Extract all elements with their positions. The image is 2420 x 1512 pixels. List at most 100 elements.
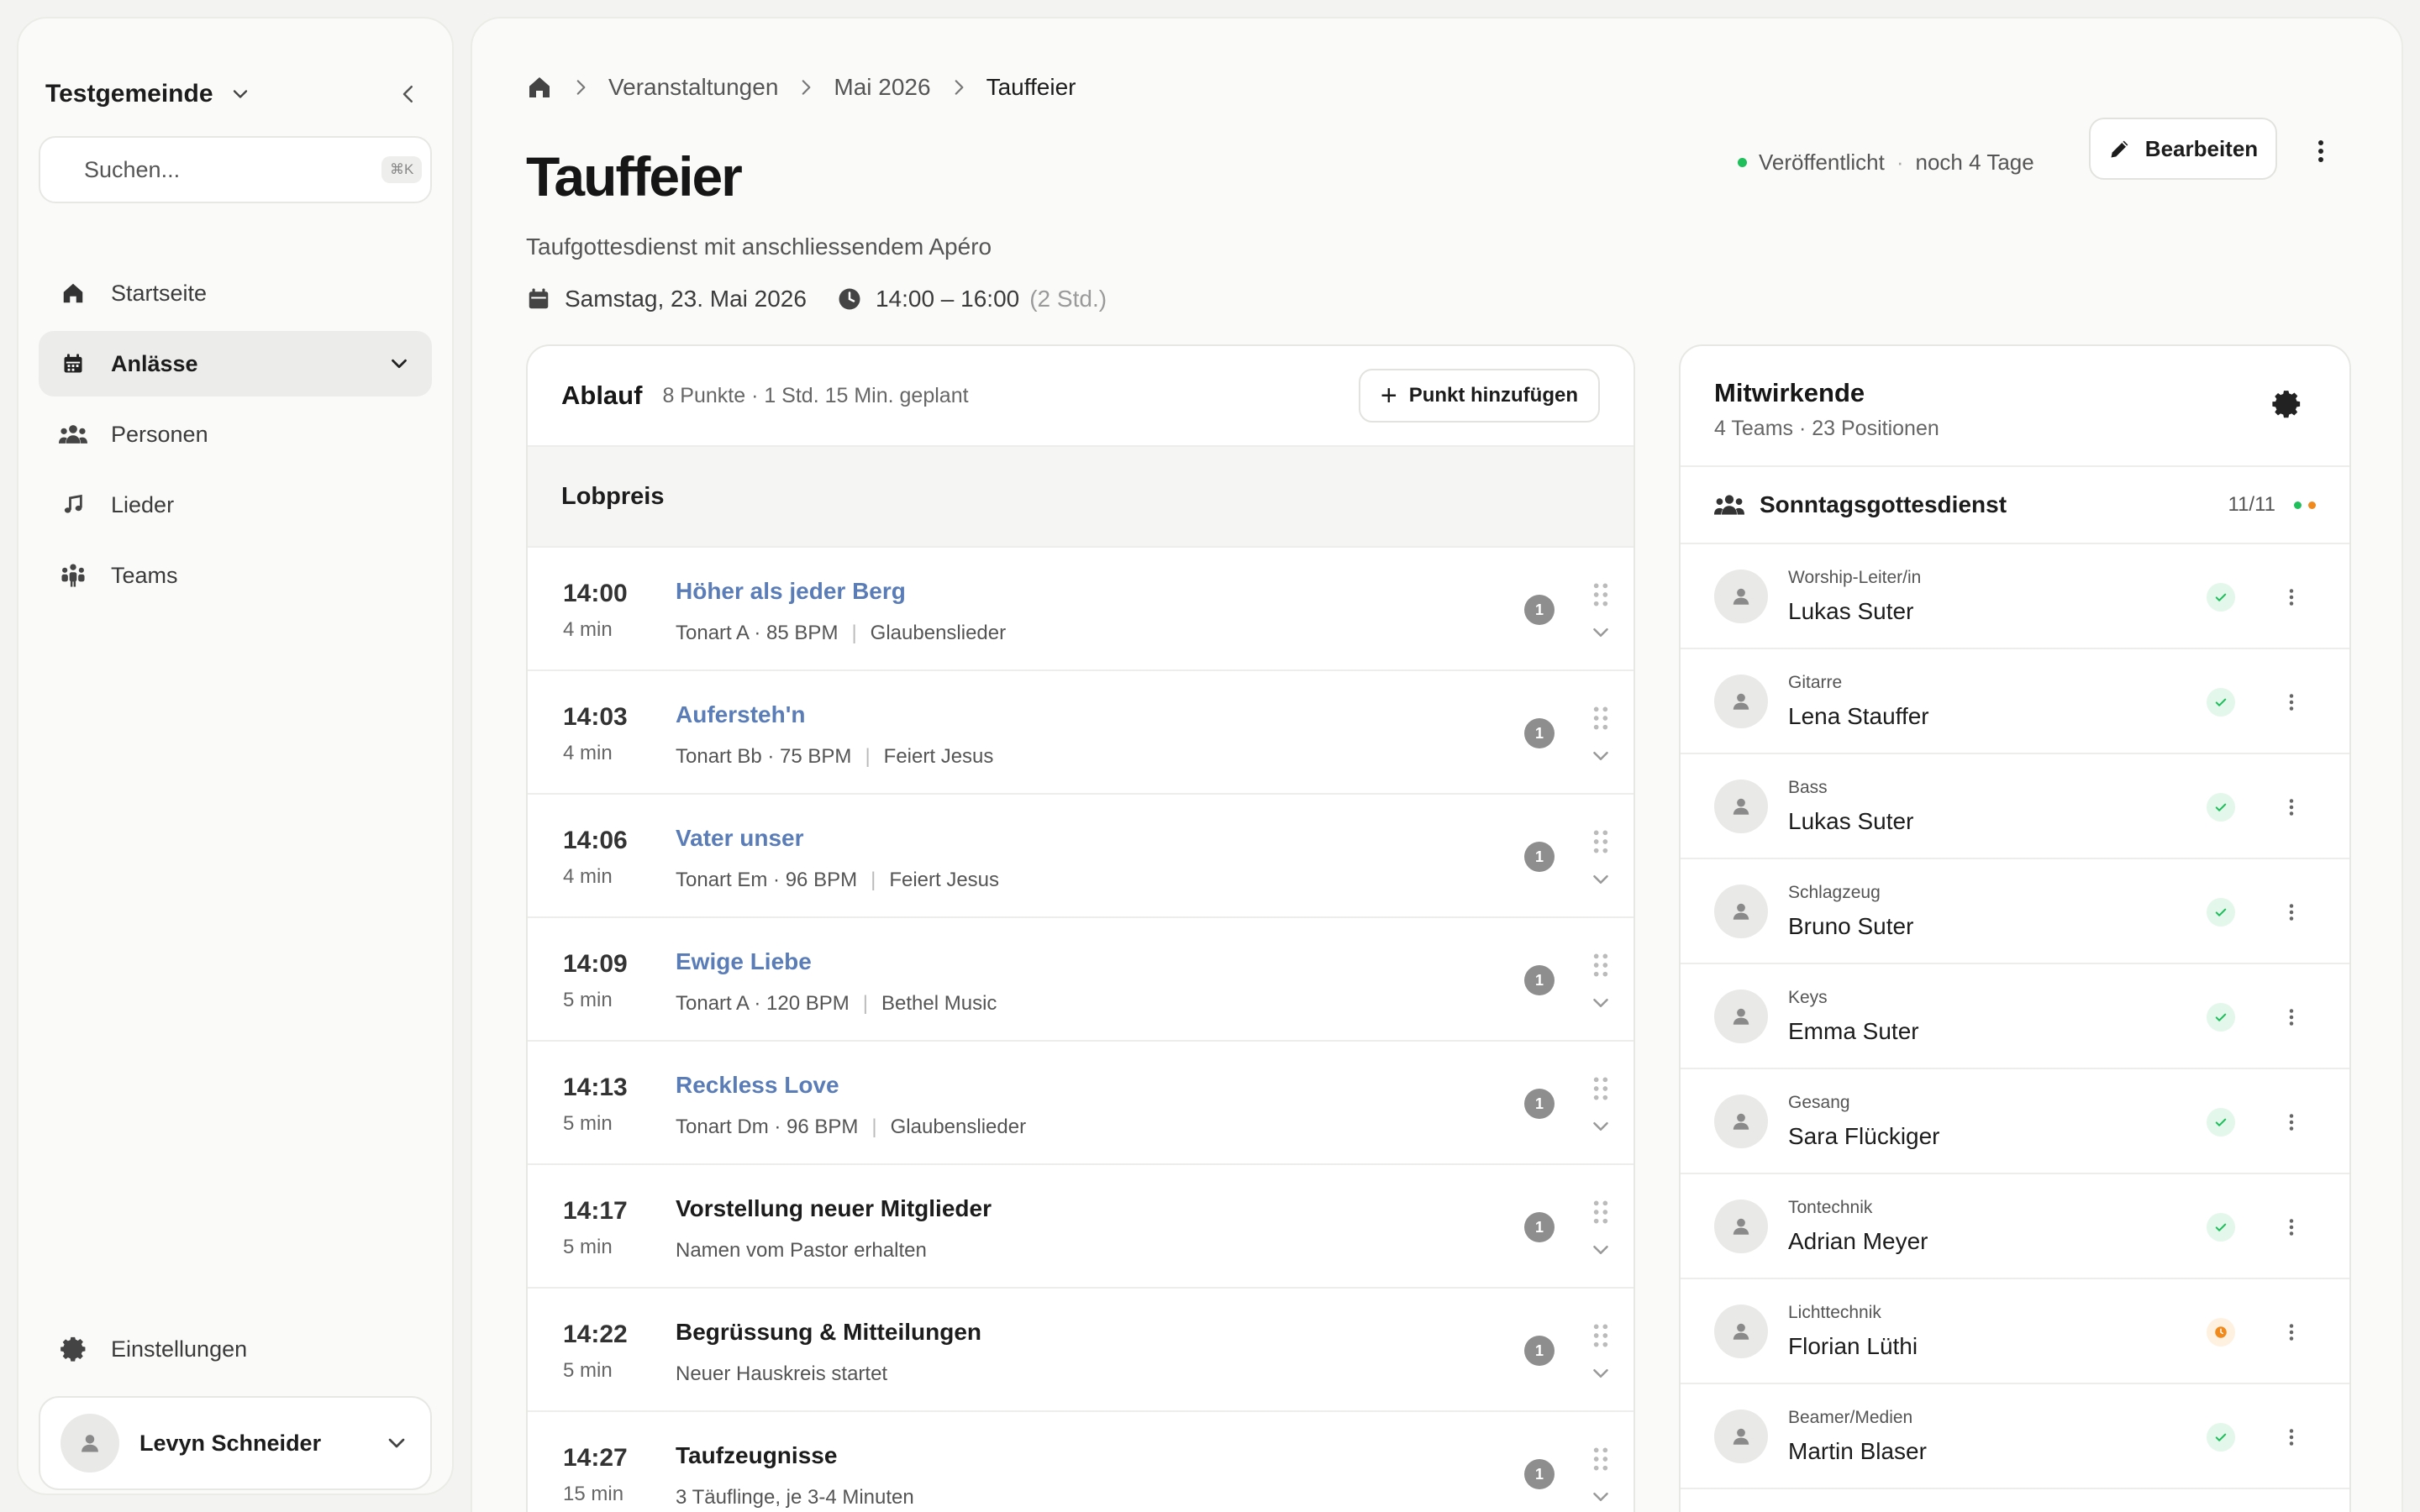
drag-handle-icon[interactable] <box>1591 1322 1610 1349</box>
position-more-button[interactable] <box>2277 1318 2306 1347</box>
ablauf-item[interactable]: 14:03 4 min Aufersteh'n Tonart Bb · 75 BPM |… <box>528 671 1634 795</box>
chevron-down-icon[interactable] <box>1588 1237 1613 1263</box>
home-icon[interactable] <box>526 74 553 101</box>
item-meta: 3 Täuflinge, je 3-4 Minuten <box>676 1486 914 1509</box>
item-meta: Tonart Bb · 75 BPM <box>676 745 852 768</box>
position-row[interactable]: Beamer/Medien Martin Blaser <box>1681 1384 2349 1489</box>
sidebar-item-personen[interactable]: Personen <box>39 402 432 467</box>
drag-handle-icon[interactable] <box>1591 1446 1610 1473</box>
check-icon <box>2215 803 2227 811</box>
status-label: Veröffentlicht <box>1759 150 1885 175</box>
more-vertical-icon <box>2289 1324 2294 1341</box>
position-row[interactable]: Bass Lukas Suter <box>1681 754 2349 859</box>
users-icon <box>1714 495 1744 515</box>
position-row[interactable]: Worship-Leiter/in Lukas Suter <box>1681 544 2349 649</box>
section-header[interactable]: Lobpreis <box>528 447 1634 548</box>
breadcrumb-veranstaltungen[interactable]: Veranstaltungen <box>608 74 778 101</box>
chevron-down-icon[interactable] <box>1588 1114 1613 1139</box>
song-link[interactable]: Ewige Liebe <box>676 948 812 975</box>
item-time: 14:09 <box>563 950 628 978</box>
position-row[interactable]: Keys Emma Suter <box>1681 964 2349 1069</box>
add-item-label: Punkt hinzufügen <box>1408 384 1578 407</box>
position-more-button[interactable] <box>2277 793 2306 822</box>
position-row[interactable]: Schlagzeug Bruno Suter <box>1681 859 2349 964</box>
check-icon <box>2215 1223 2227 1231</box>
chevron-down-icon[interactable] <box>1588 1484 1613 1509</box>
song-link[interactable]: Vater unser <box>676 825 804 852</box>
collapse-sidebar-button[interactable] <box>392 77 425 111</box>
drag-handle-icon[interactable] <box>1591 705 1610 732</box>
position-more-button[interactable] <box>2277 898 2306 927</box>
team-name: Sonntagsgottesdienst <box>1760 491 2007 517</box>
search-box[interactable]: ⌘K <box>39 136 432 203</box>
workspace-name[interactable]: Testgemeinde <box>45 80 213 108</box>
breadcrumb-month[interactable]: Mai 2026 <box>834 74 930 101</box>
ablauf-item[interactable]: 14:27 15 min Taufzeugnisse 3 Täuflinge, je … <box>528 1412 1634 1512</box>
position-more-button[interactable] <box>2277 1108 2306 1137</box>
status-dot <box>1738 158 1747 167</box>
gear-icon[interactable] <box>2270 388 2302 420</box>
drag-handle-icon[interactable] <box>1591 1075 1610 1102</box>
avatar <box>60 1414 119 1473</box>
add-item-button[interactable]: + Punkt hinzufügen <box>1358 369 1600 423</box>
chevron-down-icon[interactable] <box>1588 743 1613 769</box>
position-more-button[interactable] <box>2277 1003 2306 1032</box>
position-person: Lukas Suter <box>1788 808 1914 834</box>
chevron-down-icon[interactable] <box>1588 620 1613 645</box>
position-row[interactable]: Gitarre Lena Stauffer <box>1681 649 2349 754</box>
item-time: 14:22 <box>563 1320 628 1348</box>
confirmed-icon <box>2207 688 2235 717</box>
divider: | <box>865 745 871 768</box>
drag-handle-icon[interactable] <box>1591 828 1610 855</box>
edit-button[interactable]: Bearbeiten <box>2089 118 2277 180</box>
position-row[interactable]: Tontechnik Adrian Meyer <box>1681 1174 2349 1279</box>
music-icon <box>64 494 82 513</box>
publish-status: Veröffentlicht · noch 4 Tage <box>1738 150 2034 176</box>
item-count-badge: 1 <box>1524 1336 1555 1366</box>
position-more-button[interactable] <box>2277 1423 2306 1452</box>
ablauf-item[interactable]: 14:06 4 min Vater unser Tonart Em · 96 BPM |… <box>528 795 1634 918</box>
team-status-dots <box>2287 501 2316 509</box>
users-icon <box>59 425 87 444</box>
drag-handle-icon[interactable] <box>1591 581 1610 608</box>
app-window: Testgemeinde ⌘K Startseite Anlässe <box>0 0 2420 1512</box>
ablauf-item[interactable]: 14:17 5 min Vorstellung neuer Mitglieder Na… <box>528 1165 1634 1289</box>
position-person: Lena Stauffer <box>1788 703 1929 729</box>
sidebar-item-anlaesse[interactable]: Anlässe <box>39 331 432 396</box>
ablauf-item[interactable]: 14:13 5 min Reckless Love Tonart Dm · 96 BP… <box>528 1042 1634 1165</box>
sidebar-item-startseite[interactable]: Startseite <box>39 260 432 326</box>
position-row[interactable]: Gesang Sara Flückiger <box>1681 1069 2349 1174</box>
gear-icon <box>60 1336 86 1362</box>
song-link[interactable]: Reckless Love <box>676 1072 839 1099</box>
sidebar-item-einstellungen[interactable]: Einstellungen <box>59 1326 247 1373</box>
drag-handle-icon[interactable] <box>1591 1199 1610 1226</box>
sidebar-item-teams[interactable]: Teams <box>39 543 432 608</box>
song-link[interactable]: Höher als jeder Berg <box>676 578 906 605</box>
team-row[interactable]: Sonntagsgottesdienst 11/11 <box>1681 467 2349 544</box>
chevron-down-icon[interactable] <box>1588 990 1613 1016</box>
drag-handle-icon[interactable] <box>1591 952 1610 979</box>
more-options-button[interactable] <box>2304 134 2338 168</box>
ablauf-item[interactable]: 14:09 5 min Ewige Liebe Tonart A · 120 BPM |… <box>528 918 1634 1042</box>
sidebar-item-lieder[interactable]: Lieder <box>39 472 432 538</box>
chevron-down-icon[interactable] <box>229 82 252 106</box>
chevron-down-icon[interactable] <box>1588 1361 1613 1386</box>
ablauf-item[interactable]: 14:22 5 min Begrüssung & Mitteilungen Neuer… <box>528 1289 1634 1412</box>
position-more-button[interactable] <box>2277 583 2306 612</box>
ablauf-summary: 8 Punkte · 1 Std. 15 Min. geplant <box>662 383 969 407</box>
song-link[interactable]: Aufersteh'n <box>676 701 805 728</box>
divider: | <box>871 869 876 891</box>
event-meta: Samstag, 23. Mai 2026 14:00 – 16:00 (2 S… <box>526 286 1107 312</box>
item-count-badge: 1 <box>1524 1459 1555 1489</box>
user-menu[interactable]: Levyn Schneider <box>39 1396 432 1490</box>
more-vertical-icon <box>2289 799 2294 816</box>
position-more-button[interactable] <box>2277 688 2306 717</box>
position-more-button[interactable] <box>2277 1213 2306 1242</box>
ablauf-item[interactable]: 14:00 4 min Höher als jeder Berg Tonart A ·… <box>528 548 1634 671</box>
position-row[interactable]: Lichttechnik Florian Lüthi <box>1681 1279 2349 1384</box>
search-input[interactable] <box>84 156 381 183</box>
avatar <box>1714 675 1768 728</box>
home-icon <box>63 283 83 303</box>
chevron-down-icon[interactable] <box>1588 867 1613 892</box>
calendar-icon <box>64 354 82 373</box>
